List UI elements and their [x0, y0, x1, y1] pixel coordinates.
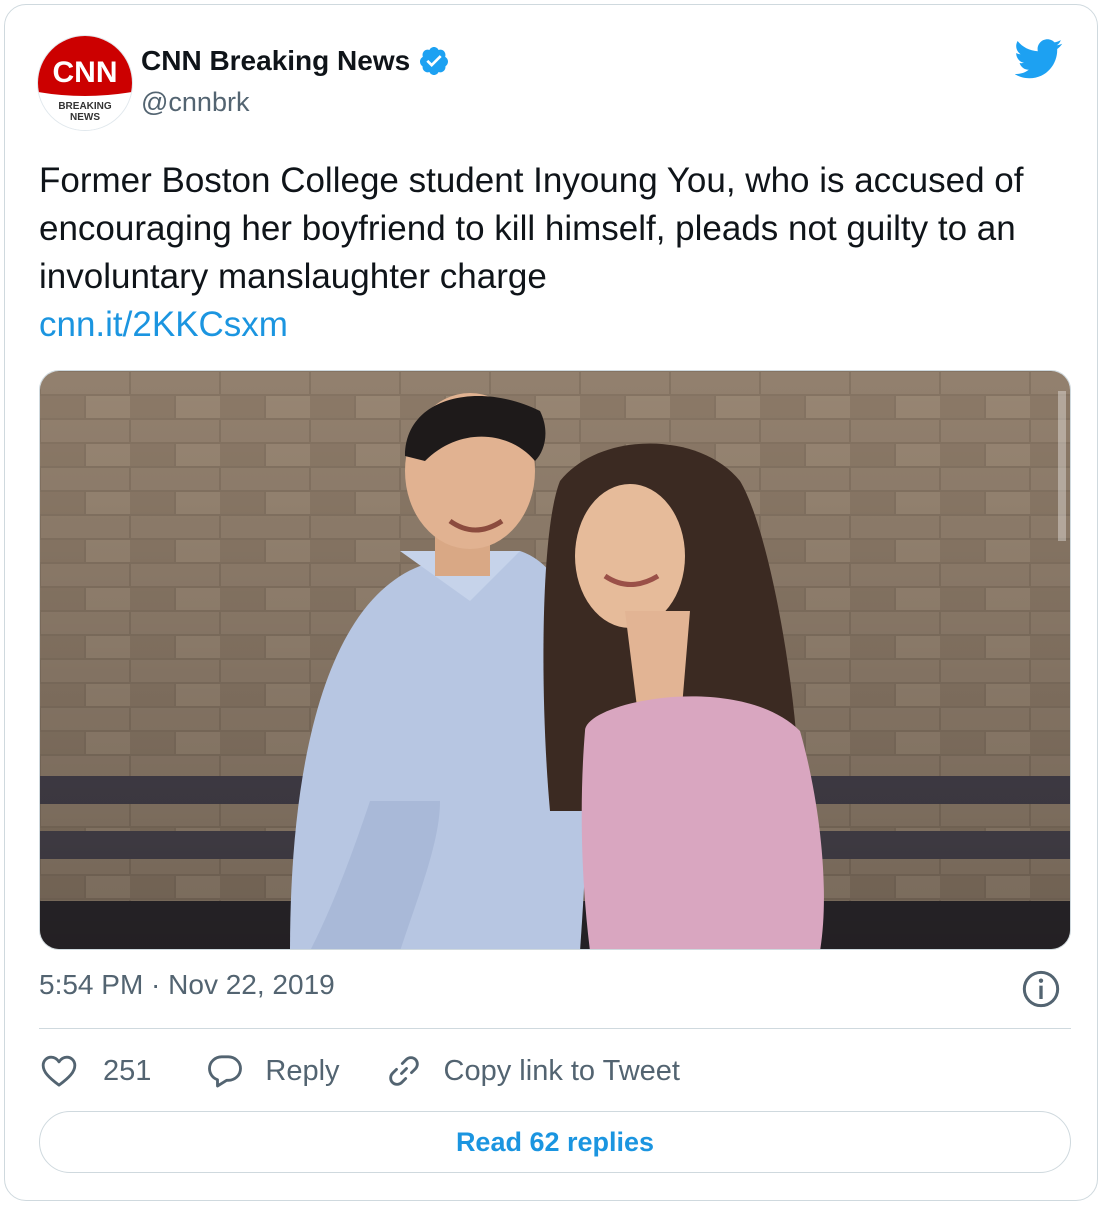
- tweet-link[interactable]: cnn.it/2KKCsxm: [39, 301, 1069, 349]
- tweet-actions: 251 Reply Copy link to Tweet: [39, 1051, 680, 1091]
- svg-text:NEWS: NEWS: [70, 112, 100, 123]
- svg-text:CNN: CNN: [53, 56, 118, 89]
- verified-badge-icon: [420, 47, 449, 75]
- tweet-media-photo[interactable]: [39, 370, 1071, 950]
- author-avatar[interactable]: CNN BREAKING NEWS: [37, 35, 133, 131]
- reply-button[interactable]: Reply: [205, 1051, 340, 1091]
- copy-link-button[interactable]: Copy link to Tweet: [384, 1051, 680, 1091]
- tweet-text: Former Boston College student Inyoung Yo…: [39, 157, 1069, 349]
- author-name-row[interactable]: CNN Breaking News: [141, 45, 450, 77]
- link-icon: [388, 1056, 419, 1086]
- heart-icon: [41, 1055, 77, 1087]
- tweet-card: CNN BREAKING NEWS CNN Breaking News @cnn…: [4, 4, 1098, 1201]
- info-icon[interactable]: [1021, 969, 1061, 1009]
- reply-label: Reply: [265, 1054, 340, 1087]
- cnn-logo: CNN BREAKING NEWS: [38, 36, 132, 130]
- copy-link-label: Copy link to Tweet: [443, 1054, 680, 1087]
- photo-illustration: [40, 371, 1070, 949]
- tweet-body: Former Boston College student Inyoung Yo…: [39, 161, 1024, 296]
- like-button[interactable]: 251: [39, 1051, 151, 1091]
- tweet-timestamp[interactable]: 5:54 PM · Nov 22, 2019: [39, 969, 335, 1001]
- read-replies-button[interactable]: Read 62 replies: [39, 1111, 1071, 1173]
- like-count: 251: [103, 1054, 152, 1087]
- svg-text:BREAKING: BREAKING: [58, 101, 112, 112]
- author-handle[interactable]: @cnnbrk: [141, 87, 249, 118]
- twitter-bird-icon[interactable]: [1015, 39, 1063, 79]
- divider: [39, 1028, 1071, 1029]
- reply-bubble-icon: [208, 1055, 243, 1088]
- author-name[interactable]: CNN Breaking News: [141, 45, 410, 77]
